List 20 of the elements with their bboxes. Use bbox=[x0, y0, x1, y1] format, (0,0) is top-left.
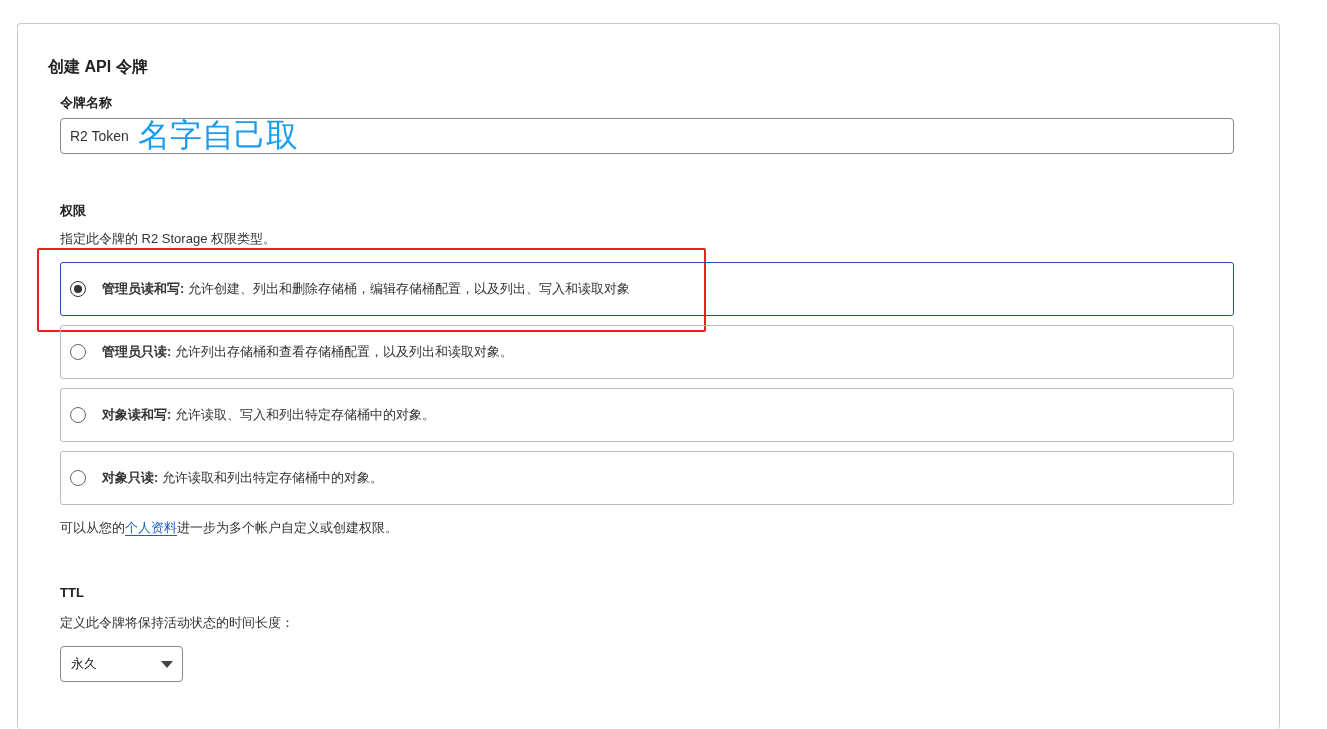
option-text: 对象读和写: 允许读取、写入和列出特定存储桶中的对象。 bbox=[102, 406, 435, 424]
section-description: 指定此令牌的 R2 Storage 权限类型。 bbox=[60, 230, 277, 248]
option-text: 管理员只读: 允许列出存储桶和查看存储桶配置，以及列出和读取对象。 bbox=[102, 343, 513, 361]
option-text: 对象只读: 允许读取和列出特定存储桶中的对象。 bbox=[102, 469, 383, 487]
profile-link[interactable]: 个人资料 bbox=[125, 520, 177, 536]
permission-option[interactable]: 管理员读和写: 允许创建、列出和删除存储桶，编辑存储桶配置，以及列出、写入和读取对象 bbox=[60, 262, 1234, 316]
permission-option[interactable]: 管理员只读: 允许列出存储桶和查看存储桶配置，以及列出和读取对象。 bbox=[60, 325, 1234, 379]
ttl-dropdown[interactable]: 永久 bbox=[60, 646, 183, 682]
permission-option[interactable]: 对象读和写: 允许读取、写入和列出特定存储桶中的对象。 bbox=[60, 388, 1234, 442]
section-label: 权限 bbox=[60, 202, 87, 220]
permission-option[interactable]: 对象只读: 允许读取和列出特定存储桶中的对象。 bbox=[60, 451, 1234, 505]
page-title: 创建 API 令牌 bbox=[48, 57, 149, 77]
section-label: TTL bbox=[60, 584, 85, 602]
caret-icon bbox=[161, 660, 173, 668]
option-text: 管理员读和写: 允许创建、列出和删除存储桶，编辑存储桶配置，以及列出、写入和读取对象 bbox=[102, 280, 630, 298]
section-description: 定义此令牌将保持活动状态的时间长度： bbox=[60, 614, 295, 632]
footer-text: 可以从您的 bbox=[60, 520, 125, 535]
footer-text: 进一步为多个帐户自定义或创建权限。 bbox=[177, 520, 398, 535]
field-label: 令牌名称 bbox=[60, 94, 113, 112]
annotation-text: 名字自己取 bbox=[138, 117, 298, 153]
